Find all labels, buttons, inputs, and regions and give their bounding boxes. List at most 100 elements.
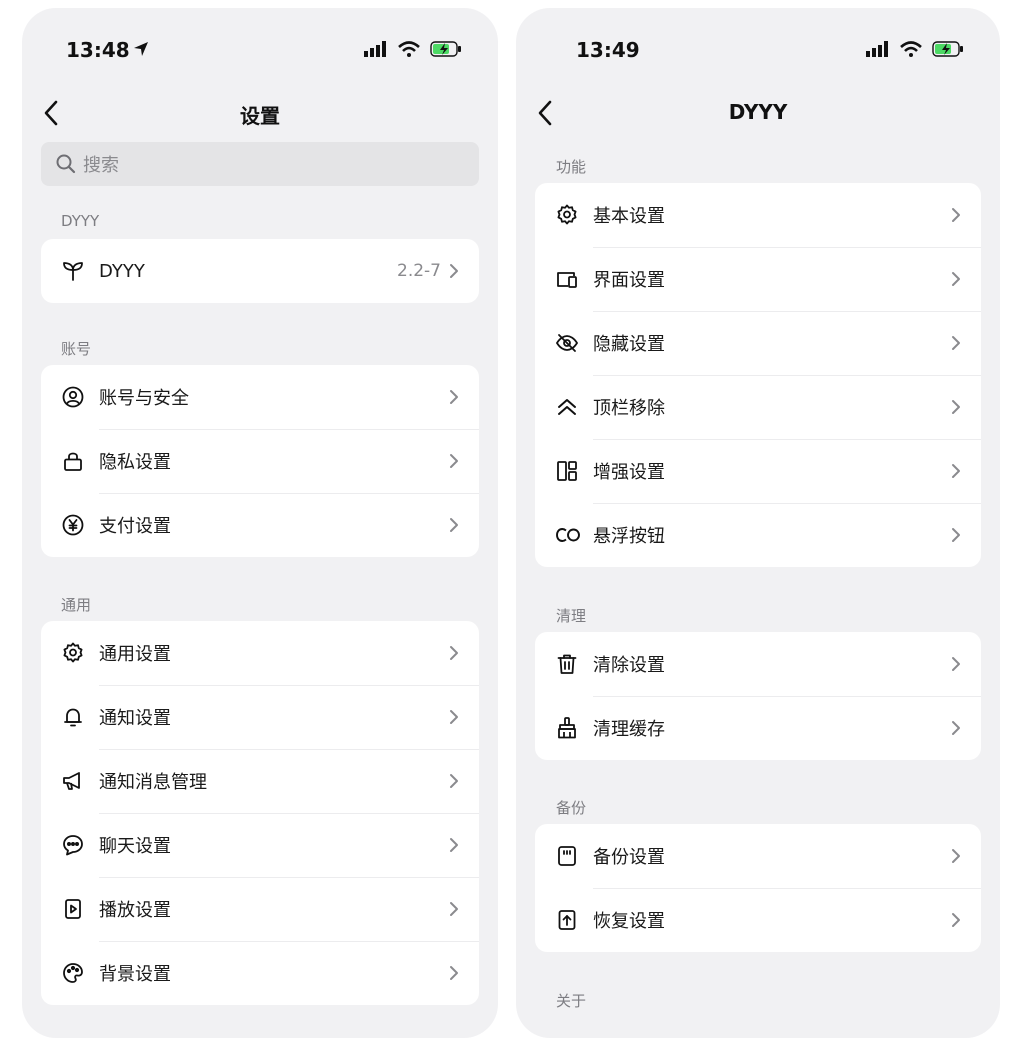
list-item-backup-settings[interactable]: 备份设置: [535, 824, 981, 888]
list-item-label: DYYY: [99, 260, 145, 282]
list-item-label: 界面设置: [593, 270, 665, 291]
chat-bubble-icon: [61, 833, 85, 857]
list-item-privacy[interactable]: 隐私设置: [41, 429, 479, 493]
chevron-right-icon: [951, 912, 961, 928]
list-item-float-button[interactable]: 悬浮按钮: [535, 503, 981, 567]
page-title: 设置: [240, 104, 280, 128]
list-item-payment[interactable]: 支付设置: [41, 493, 479, 557]
list-item-general-settings[interactable]: 通用设置: [41, 621, 479, 685]
list-item-interface-settings[interactable]: 界面设置: [535, 247, 981, 311]
battery-icon: [932, 41, 964, 57]
section-title-about: 关于: [556, 992, 587, 1010]
list-item-clear-cache[interactable]: 清理缓存: [535, 696, 981, 760]
battery-icon: [430, 41, 462, 57]
chevron-right-icon: [449, 453, 459, 469]
list-item-label: 通知消息管理: [99, 772, 207, 793]
list-item-label: 播放设置: [99, 900, 171, 921]
dyyy-card: DYYY 2.2-7: [41, 239, 479, 303]
list-item-label: 隐藏设置: [593, 334, 665, 355]
list-item-restore-settings[interactable]: 恢复设置: [535, 888, 981, 952]
status-bar: 13:48: [22, 38, 498, 66]
status-time: 13:49: [576, 38, 640, 62]
chevron-right-icon: [951, 463, 961, 479]
list-item-account-security[interactable]: 账号与安全: [41, 365, 479, 429]
version-value: 2.2-7: [397, 261, 441, 281]
general-card: 通用设置 通知设置 通知消息管理 聊天设置 播放设置 背景设置: [41, 621, 479, 1005]
list-item-notification-messages[interactable]: 通知消息管理: [41, 749, 479, 813]
list-item-label: 账号与安全: [99, 388, 189, 409]
list-item-clear-settings[interactable]: 清除设置: [535, 632, 981, 696]
wifi-icon: [900, 41, 922, 57]
chevron-right-icon: [951, 271, 961, 287]
search-icon: [55, 153, 77, 175]
chevron-right-icon: [951, 399, 961, 415]
list-item-label: 通知设置: [99, 708, 171, 729]
nav-bar: DYYY: [516, 92, 1000, 136]
wifi-icon: [398, 41, 420, 57]
list-item-label: 悬浮按钮: [593, 526, 665, 547]
list-item-label: 基本设置: [593, 206, 665, 227]
list-item-enhance-settings[interactable]: 增强设置: [535, 439, 981, 503]
list-item-label: 顶栏移除: [593, 398, 665, 419]
list-item-label: 背景设置: [99, 964, 171, 985]
status-bar: 13:49: [516, 38, 1000, 66]
list-item-basic-settings[interactable]: 基本设置: [535, 183, 981, 247]
bell-icon: [61, 705, 85, 729]
section-title-dyyy: DYYY: [61, 212, 100, 230]
double-chevron-up-icon: [555, 395, 579, 419]
sd-card-icon: [555, 844, 579, 868]
page-title: DYYY: [728, 100, 788, 124]
gear-icon: [555, 203, 579, 227]
chevron-right-icon: [951, 656, 961, 672]
lock-icon: [61, 449, 85, 473]
list-item-label: 清理缓存: [593, 719, 665, 740]
list-item-hide-settings[interactable]: 隐藏设置: [535, 311, 981, 375]
section-title-account: 账号: [61, 340, 92, 358]
section-title-clean: 清理: [556, 607, 587, 625]
chevron-right-icon: [951, 527, 961, 543]
signal-icon: [364, 41, 388, 57]
list-item-label: 恢复设置: [593, 911, 665, 932]
dyyy-settings-screen: 13:49 DYYY 功能 基本设置 界面设置 隐藏设置 顶栏移除 增强设置 悬…: [516, 8, 1000, 1038]
list-item-notifications[interactable]: 通知设置: [41, 685, 479, 749]
search-input[interactable]: 搜索: [41, 142, 479, 186]
list-item-label: 隐私设置: [99, 452, 171, 473]
list-item-playback[interactable]: 播放设置: [41, 877, 479, 941]
chevron-right-icon: [449, 837, 459, 853]
eye-slash-icon: [555, 331, 579, 355]
chevron-right-icon: [449, 263, 459, 279]
section-title-general: 通用: [61, 596, 92, 614]
upload-file-icon: [555, 908, 579, 932]
nav-bar: 设置: [22, 92, 498, 136]
chevron-right-icon: [951, 848, 961, 864]
devices-icon: [555, 267, 579, 291]
list-item-label: 备份设置: [593, 847, 665, 868]
list-item-topbar-remove[interactable]: 顶栏移除: [535, 375, 981, 439]
backup-card: 备份设置 恢复设置: [535, 824, 981, 952]
location-arrow-icon: [132, 40, 150, 58]
gear-icon: [61, 641, 85, 665]
list-item-chat[interactable]: 聊天设置: [41, 813, 479, 877]
search-placeholder: 搜索: [83, 155, 119, 176]
features-card: 基本设置 界面设置 隐藏设置 顶栏移除 增强设置 悬浮按钮: [535, 183, 981, 567]
signal-icon: [866, 41, 890, 57]
chevron-right-icon: [951, 720, 961, 736]
list-item-label: 清除设置: [593, 655, 665, 676]
list-item-label: 聊天设置: [99, 836, 171, 857]
account-card: 账号与安全 隐私设置 支付设置: [41, 365, 479, 557]
chevron-right-icon: [449, 773, 459, 789]
chevron-right-icon: [449, 645, 459, 661]
list-item-label: 增强设置: [593, 462, 665, 483]
chevron-right-icon: [951, 335, 961, 351]
sprout-icon: [61, 259, 85, 283]
status-time: 13:48: [66, 38, 130, 62]
section-title-features: 功能: [556, 158, 587, 176]
chevron-right-icon: [449, 389, 459, 405]
list-item-dyyy[interactable]: DYYY 2.2-7: [41, 239, 479, 303]
list-item-background[interactable]: 背景设置: [41, 941, 479, 1005]
chevron-right-icon: [449, 901, 459, 917]
section-title-backup: 备份: [556, 799, 587, 817]
palette-icon: [61, 961, 85, 985]
clean-card: 清除设置 清理缓存: [535, 632, 981, 760]
trash-icon: [555, 652, 579, 676]
